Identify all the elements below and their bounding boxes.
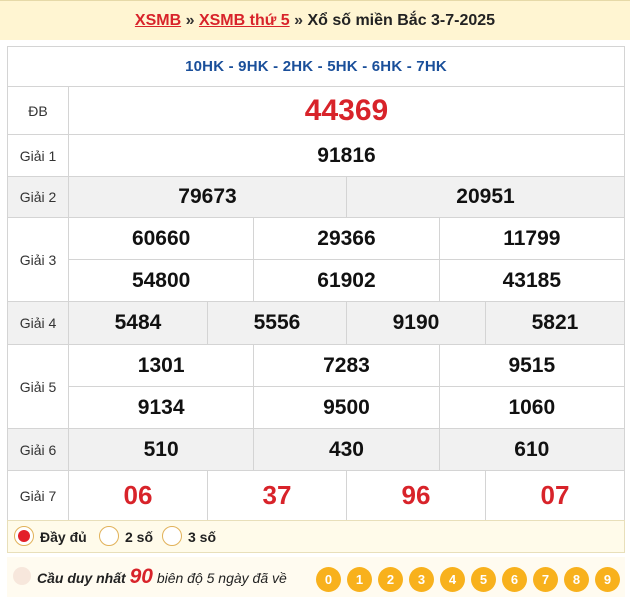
breadcrumb-separator: » [181, 12, 199, 29]
breadcrumb-separator: » [289, 12, 308, 29]
prize-label: Giải 4 [7, 301, 69, 345]
draw-codes: 10HK - 9HK - 2HK - 5HK - 6HK - 7HK [7, 46, 625, 87]
page-title: Xổ số miền Bắc 3-7-2025 [307, 12, 496, 29]
prize-label: Giải 1 [7, 134, 69, 177]
prize-label: Giải 5 [7, 344, 69, 429]
prize-number: 60660 [67, 217, 255, 260]
prize-row-g3b: 54800 61902 43185 [8, 259, 626, 302]
prize-number: 29366 [253, 217, 440, 260]
digit-button-8[interactable]: 8 [564, 567, 589, 592]
prize-number: 11799 [438, 217, 626, 260]
radio-icon[interactable] [162, 526, 182, 546]
prize-number: 91816 [68, 134, 625, 177]
prize-row-g6: Giải 6 510 430 610 [7, 428, 626, 471]
prize-number: 1060 [438, 386, 626, 429]
prize-label: Giải 2 [7, 176, 69, 218]
prize-row-g3: Giải 3 60660 29366 11799 [7, 217, 626, 302]
digit-button-9[interactable]: 9 [595, 567, 620, 592]
display-options: Đầy đủ 2 số 3 số [7, 520, 625, 553]
prize-number: 20951 [345, 176, 626, 218]
prize-number: 9190 [345, 301, 486, 345]
prize-label: Giải 6 [7, 428, 69, 471]
circle-icon [13, 567, 31, 585]
prize-label: Giải 7 [7, 470, 69, 521]
prize-number: 610 [438, 428, 626, 471]
prize-number: 7283 [253, 344, 440, 387]
cau-prefix: Cầu duy nhất [37, 570, 126, 586]
option-label: 2 số [125, 529, 154, 545]
prize-label: ĐB [7, 86, 69, 135]
digit-button-0[interactable]: 0 [316, 567, 341, 592]
cau-suffix: biên độ 5 ngày đã về [156, 570, 287, 586]
prize-number: 430 [253, 428, 440, 471]
prize-row-g7: Giải 7 06 37 96 07 [7, 470, 626, 521]
prize-row-db: ĐB 44369 [7, 86, 625, 135]
option-label: Đầy đủ [40, 529, 87, 545]
prize-number: 61902 [253, 259, 440, 302]
digit-button-6[interactable]: 6 [502, 567, 527, 592]
cau-value: 90 [129, 565, 153, 588]
prize-number: 96 [345, 470, 486, 521]
prize-row-g1: Giải 1 91816 [7, 134, 625, 177]
prize-number: 510 [67, 428, 255, 471]
results-table: 10HK - 9HK - 2HK - 5HK - 6HK - 7HK ĐB 44… [7, 46, 626, 521]
radio-icon[interactable] [99, 526, 119, 546]
prize-number: 54800 [67, 259, 255, 302]
cau-section: Cầu duy nhất 90 biên độ 5 ngày đã về 0 1… [7, 557, 625, 597]
page: XSMB » XSMB thứ 5 » Xổ số miền Bắc 3-7-2… [0, 0, 630, 597]
cau-text: Cầu duy nhất 90 biên độ 5 ngày đã về [37, 565, 287, 589]
prize-number: 5556 [206, 301, 347, 345]
prize-row-g4: Giải 4 5484 5556 9190 5821 [7, 301, 626, 345]
breadcrumb: XSMB » XSMB thứ 5 » Xổ số miền Bắc 3-7-2… [0, 0, 630, 40]
prize-number: 43185 [438, 259, 626, 302]
prize-number: 9500 [253, 386, 440, 429]
digit-button-3[interactable]: 3 [409, 567, 434, 592]
prize-number: 07 [484, 470, 626, 521]
codes-row: 10HK - 9HK - 2HK - 5HK - 6HK - 7HK [7, 46, 625, 87]
prize-label: Giải 3 [7, 217, 69, 302]
breadcrumb-link-xsmb-thu5[interactable]: XSMB thứ 5 [199, 12, 290, 29]
breadcrumb-link-xsmb[interactable]: XSMB [135, 12, 181, 29]
prize-number: 37 [206, 470, 347, 521]
prize-number: 5484 [68, 301, 208, 345]
digit-button-5[interactable]: 5 [471, 567, 496, 592]
prize-number: 06 [68, 470, 208, 521]
prize-number: 5821 [484, 301, 626, 345]
prize-number: 9515 [438, 344, 626, 387]
prize-row-g5b: 9134 9500 1060 [8, 386, 626, 429]
prize-number: 9134 [67, 386, 255, 429]
prize-number: 1301 [67, 344, 255, 387]
prize-number: 79673 [68, 176, 347, 218]
radio-checked-icon[interactable] [14, 526, 34, 546]
digit-button-4[interactable]: 4 [440, 567, 465, 592]
digit-button-1[interactable]: 1 [347, 567, 372, 592]
digit-button-7[interactable]: 7 [533, 567, 558, 592]
digit-button-2[interactable]: 2 [378, 567, 403, 592]
option-label: 3 số [188, 529, 217, 545]
special-prize-number: 44369 [68, 86, 625, 135]
prize-row-g5: Giải 5 1301 7283 9515 [7, 344, 626, 429]
prize-row-g2: Giải 2 79673 20951 [7, 176, 626, 218]
